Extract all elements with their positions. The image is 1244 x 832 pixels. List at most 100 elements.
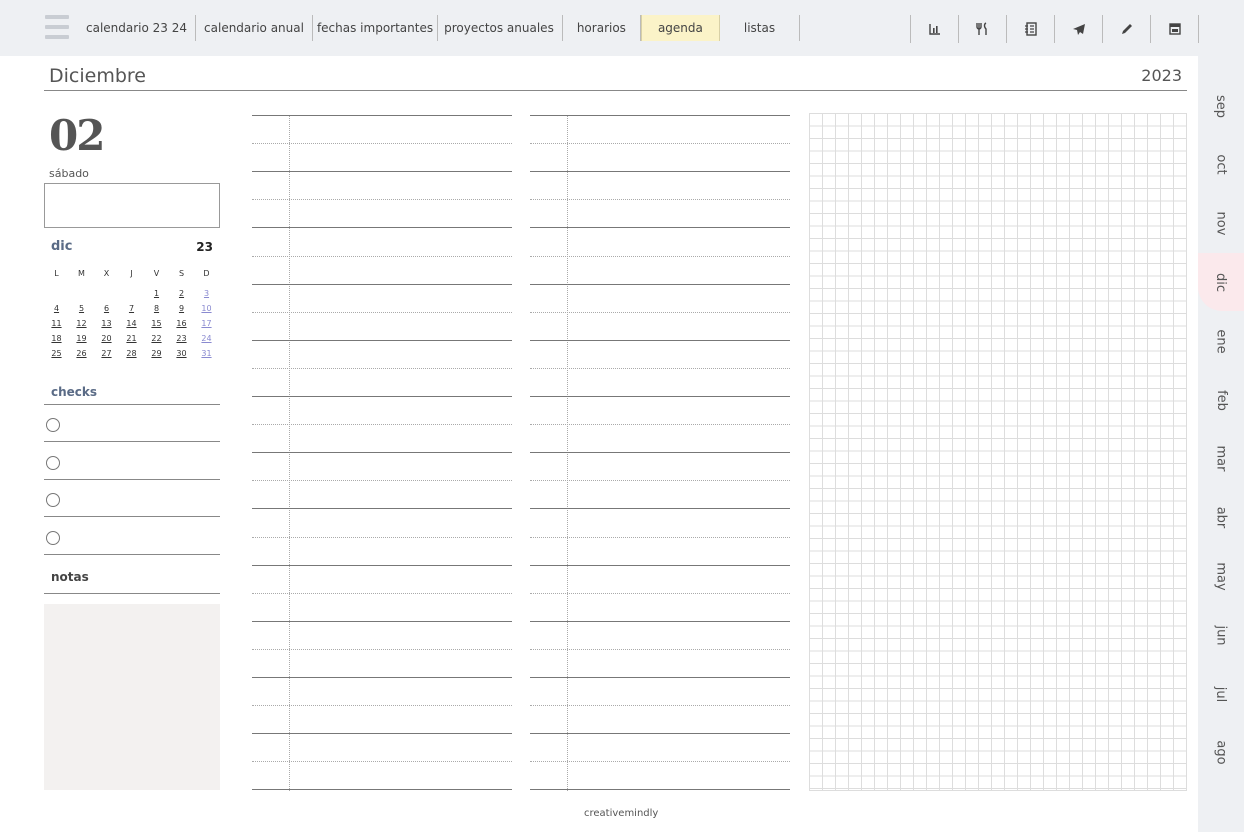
mini-calendar-day[interactable]: 21	[119, 331, 144, 346]
mini-calendar-day[interactable]: 2	[169, 286, 194, 301]
chart-button[interactable]	[911, 15, 959, 43]
grid-notes-area[interactable]	[809, 113, 1187, 791]
sidebar-month-label: mar	[1213, 445, 1229, 472]
day-focus-input[interactable]	[44, 183, 220, 228]
checkbox-circle-icon[interactable]	[46, 493, 60, 507]
mini-calendar-day[interactable]: 25	[44, 346, 69, 361]
weekday-header: X	[103, 269, 110, 278]
mini-calendar-day[interactable]: 31	[194, 346, 219, 361]
ruled-line	[252, 480, 512, 482]
mini-calendar-day[interactable]: 13	[94, 316, 119, 331]
check-row[interactable]	[44, 443, 220, 480]
mini-calendar-day[interactable]: 26	[69, 346, 94, 361]
sidebar-month-jun[interactable]: jun	[1198, 606, 1244, 664]
mini-calendar-day[interactable]: 23	[169, 331, 194, 346]
ruled-line	[530, 396, 790, 397]
mini-calendar-day[interactable]: 18	[44, 331, 69, 346]
sidebar-month-nov[interactable]: nov	[1198, 195, 1244, 253]
checkbox-circle-icon[interactable]	[46, 418, 60, 432]
notes-area[interactable]	[44, 604, 220, 790]
lined-column-left[interactable]	[252, 115, 512, 791]
edit-button[interactable]	[1103, 15, 1151, 43]
mini-calendar-day[interactable]: 19	[69, 331, 94, 346]
sidebar-month-label: sep	[1213, 94, 1229, 118]
calendar-icon	[1168, 23, 1181, 35]
mini-calendar-day[interactable]: 17	[194, 316, 219, 331]
ruled-line	[530, 648, 790, 650]
mini-calendar-day[interactable]: 22	[144, 331, 169, 346]
mini-calendar-day[interactable]: 16	[169, 316, 194, 331]
ruled-line	[530, 199, 790, 201]
sidebar-month-label: jul	[1213, 686, 1229, 702]
ruled-line	[252, 171, 512, 173]
mini-calendar-day[interactable]: 3	[194, 286, 219, 301]
ruled-line	[252, 733, 512, 735]
ruled-line	[252, 536, 512, 538]
mini-calendar-day[interactable]: 1	[144, 286, 169, 301]
check-row[interactable]	[44, 480, 220, 517]
ruled-line	[252, 283, 512, 285]
top-navigation-bar: calendario 23 24 calendario anual fechas…	[0, 0, 1244, 56]
mini-calendar-week: 4 5 6 7 8 9 10	[44, 301, 220, 316]
mini-calendar-day[interactable]: 11	[44, 316, 69, 331]
tab-fechas-importantes[interactable]: fechas importantes	[313, 15, 439, 41]
ruled-line	[252, 424, 512, 426]
ruled-line	[252, 396, 512, 397]
sidebar-month-may[interactable]: may	[1198, 547, 1244, 605]
weekday-header: J	[130, 269, 133, 278]
checkbox-circle-icon[interactable]	[46, 455, 60, 470]
tab-listas[interactable]: listas	[720, 15, 801, 41]
mini-calendar-day[interactable]: 30	[169, 346, 194, 361]
sidebar-month-feb[interactable]: feb	[1198, 371, 1244, 429]
mini-calendar-day[interactable]: 10	[194, 301, 219, 316]
sidebar-month-ene[interactable]: ene	[1198, 312, 1244, 370]
mini-calendar-day[interactable]: 8	[144, 301, 169, 316]
mini-calendar-day[interactable]: 5	[69, 301, 94, 316]
mini-calendar-week: 123	[44, 286, 220, 301]
check-row[interactable]	[44, 518, 220, 555]
tab-calendario-23-24[interactable]: calendario 23 24	[78, 15, 197, 41]
header-divider	[44, 90, 1187, 91]
restaurant-button[interactable]	[959, 15, 1007, 43]
sidebar-month-ago[interactable]: ago	[1198, 724, 1244, 782]
ruled-line	[530, 705, 790, 707]
sidebar-month-label: dic	[1213, 272, 1229, 292]
menu-icon[interactable]	[45, 15, 69, 43]
month-sidebar: sep oct nov dic ene feb mar abr may jun jul ago	[1198, 56, 1244, 832]
calendar-button[interactable]	[1151, 15, 1199, 43]
cutlery-icon	[975, 22, 987, 35]
ruled-line	[530, 592, 790, 594]
tab-agenda[interactable]: agenda	[640, 15, 720, 41]
mini-calendar-day[interactable]: 7	[119, 301, 144, 316]
check-row[interactable]	[44, 405, 220, 442]
mini-calendar-day[interactable]: 28	[119, 346, 144, 361]
mini-calendar-day[interactable]: 9	[169, 301, 194, 316]
mini-calendar-day[interactable]: 12	[69, 316, 94, 331]
mini-calendar-day[interactable]: 15	[144, 316, 169, 331]
travel-button[interactable]	[1055, 15, 1103, 43]
tool-buttons	[910, 15, 1199, 43]
tab-calendario-anual[interactable]: calendario anual	[196, 15, 313, 41]
notebook-button[interactable]	[1007, 15, 1055, 43]
tab-proyectos-anuales[interactable]: proyectos anuales	[438, 15, 563, 41]
mini-calendar-day[interactable]: 27	[94, 346, 119, 361]
sidebar-month-dic[interactable]: dic	[1198, 253, 1244, 312]
sidebar-month-jul[interactable]: jul	[1198, 665, 1244, 723]
mini-calendar-week: 25 26 27 28 29 30 31	[44, 346, 220, 361]
weekday-header: S	[178, 269, 185, 278]
sidebar-month-mar[interactable]: mar	[1198, 430, 1244, 488]
mini-calendar-day[interactable]: 29	[144, 346, 169, 361]
ruled-line	[530, 536, 790, 538]
checkbox-circle-icon[interactable]	[46, 530, 60, 545]
sidebar-month-abr[interactable]: abr	[1198, 489, 1244, 547]
notes-title: notas	[51, 570, 89, 584]
mini-calendar-day[interactable]: 20	[94, 331, 119, 346]
mini-calendar-day[interactable]: 6	[94, 301, 119, 316]
sidebar-month-oct[interactable]: oct	[1198, 136, 1244, 194]
mini-calendar-day[interactable]: 4	[44, 301, 69, 316]
sidebar-month-sep[interactable]: sep	[1198, 77, 1244, 135]
lined-column-right[interactable]	[530, 115, 790, 791]
mini-calendar-day[interactable]: 24	[194, 331, 219, 346]
tab-horarios[interactable]: horarios	[563, 15, 641, 41]
mini-calendar-day[interactable]: 14	[119, 316, 144, 331]
